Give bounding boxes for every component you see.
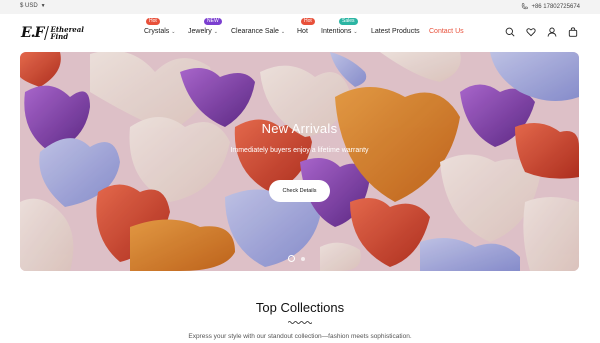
logo-line-2: Find (50, 32, 69, 41)
user-icon[interactable] (547, 27, 557, 37)
nav-item-jewelry[interactable]: NEW Jewelry ⌄ (188, 18, 222, 35)
search-icon[interactable] (505, 27, 515, 37)
check-details-button[interactable]: Check Details (269, 180, 330, 202)
nav-item-clearance-sale[interactable]: Clearance Sale ⌄ (231, 28, 285, 35)
phone-icon (522, 3, 529, 10)
new-badge: NEW (204, 18, 222, 25)
sales-badge: Sales (339, 18, 358, 25)
nav-item-crystals[interactable]: Hot Crystals ⌄ (144, 18, 176, 35)
currency-label: $ USD (20, 3, 38, 9)
logo-wordmark: Ethereal Find (50, 26, 83, 40)
carousel-pagination (288, 255, 305, 262)
top-bar: $ USD ▼ +86 17802725674 (0, 0, 600, 14)
nav-item-label: Contact Us (429, 28, 464, 35)
carousel-dot-2[interactable] (301, 256, 305, 261)
section-title: Top Collections (255, 300, 345, 315)
nav-item-contact-us[interactable]: Contact Us (429, 28, 464, 35)
caret-down-icon: ▼ (40, 3, 46, 9)
site-logo[interactable]: E.F Ethereal Find (21, 25, 84, 41)
nav-item-intentions[interactable]: Sales Intentions ⌄ (321, 18, 358, 35)
bag-icon[interactable] (568, 27, 578, 37)
hot-badge: Hot (301, 18, 315, 25)
nav-item-label: Clearance Sale (231, 28, 279, 35)
section-subtitle: Express your style with our standout col… (188, 333, 412, 340)
logo-divider (44, 26, 50, 40)
chevron-down-icon: ⌄ (213, 28, 218, 35)
nav-item-label: Crystals (144, 28, 170, 35)
hot-badge: Hot (146, 18, 160, 25)
site-header: E.F Ethereal Find Hot Crystals ⌄ NEW Jew… (0, 14, 600, 52)
nav-item-latest-products[interactable]: Latest Products (371, 28, 420, 35)
hero-image (20, 52, 579, 271)
logo-mark: E.F (21, 25, 45, 41)
hero-subtitle: Immediately buyers enjoy a lifetime warr… (230, 147, 369, 154)
chevron-down-icon: ⌄ (171, 28, 176, 35)
carousel-dot-1[interactable] (288, 255, 295, 262)
heart-icon[interactable] (526, 27, 536, 37)
currency-selector[interactable]: $ USD ▼ (20, 3, 46, 9)
chevron-down-icon: ⌄ (353, 28, 358, 35)
nav-item-label: Jewelry (188, 28, 212, 35)
header-icons (505, 27, 578, 37)
nav-item-hot[interactable]: Hot Hot (297, 18, 315, 35)
phone-number: +86 17802725674 (531, 3, 580, 10)
nav-item-label: Hot (297, 28, 308, 35)
hero-title: New Arrivals (261, 121, 338, 136)
nav-item-label: Latest Products (371, 28, 420, 35)
nav-item-label: Intentions (321, 28, 352, 35)
squiggle-divider-icon (288, 321, 312, 324)
phone-contact[interactable]: +86 17802725674 (521, 3, 580, 10)
hero-banner[interactable]: New Arrivals Immediately buyers enjoy a … (20, 52, 579, 271)
chevron-down-icon: ⌄ (280, 28, 286, 35)
